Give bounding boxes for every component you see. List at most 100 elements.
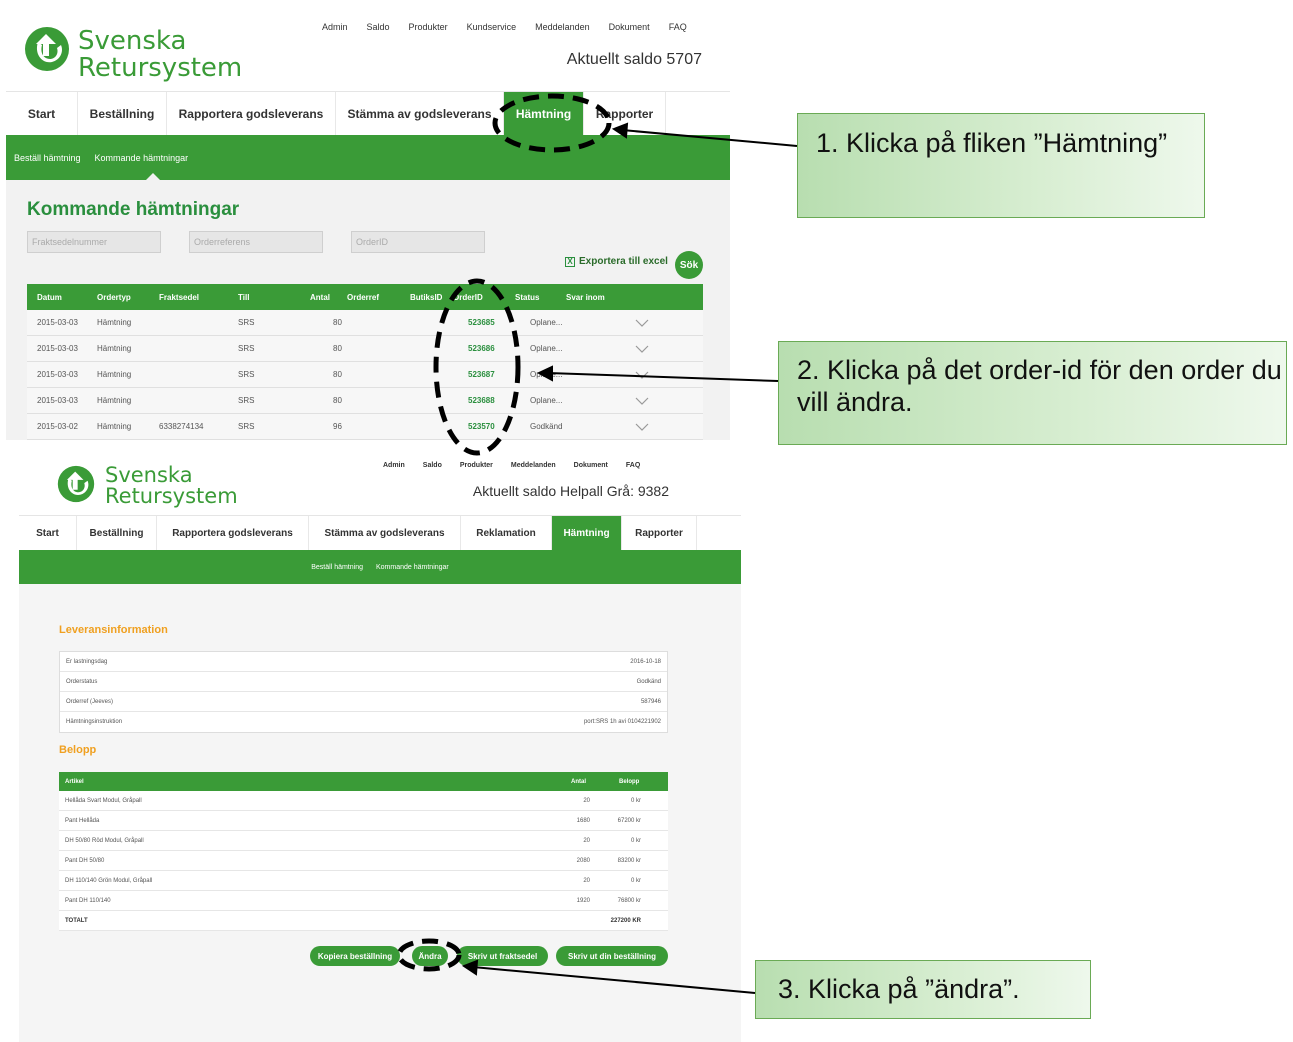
cell-antal: 80 — [333, 396, 342, 405]
export-excel-checkbox[interactable]: X Exportera till excel — [565, 256, 668, 267]
table-row[interactable]: 2015-03-02 Hämtning 6338274134 SRS 96 52… — [27, 414, 703, 440]
tab-bestallning[interactable]: Beställning — [78, 92, 167, 135]
info-value: port:SRS 1h avi 0104221902 — [583, 719, 661, 725]
callout-step1: 1. Klicka på fliken ”Hämtning” — [797, 113, 1205, 218]
topnav-kundservice[interactable]: Kundservice — [467, 22, 517, 32]
tab-bestallning[interactable]: Beställning — [77, 516, 157, 550]
andra-button[interactable]: Ändra — [412, 946, 448, 966]
tab-rapportera-godsleverans[interactable]: Rapportera godsleverans — [157, 516, 309, 550]
fraktsedel-input[interactable]: Fraktsedelnummer — [27, 231, 161, 253]
subnav-bestall-hamtning[interactable]: Beställ hämtning — [311, 564, 363, 571]
topnav-admin[interactable]: Admin — [322, 22, 348, 32]
topnav-dokument[interactable]: Dokument — [574, 462, 608, 469]
sub-nav: Beställ hämtning Kommande hämtningar — [19, 550, 741, 584]
orderid-input[interactable]: OrderID — [351, 231, 485, 253]
col-svar-inom[interactable]: Svar inom — [566, 284, 605, 310]
cell-artikel: DH 110/140 Grön Modul, Gråpall — [65, 877, 153, 884]
topnav-meddelanden[interactable]: Meddelanden — [535, 22, 590, 32]
col-datum[interactable]: Datum — [37, 284, 62, 310]
info-row: Hämtningsinstruktion port:SRS 1h avi 0104… — [60, 712, 667, 732]
sub-nav: Beställ hämtning Kommande hämtningar — [6, 135, 730, 180]
orderref-input[interactable]: Orderreferens — [189, 231, 323, 253]
orderid-link[interactable]: 523685 — [468, 310, 495, 335]
subnav-active-pointer — [146, 173, 160, 180]
cell-belopp: 67200 kr — [617, 817, 641, 824]
topnav-saldo[interactable]: Saldo — [423, 462, 442, 469]
table-row[interactable]: 2015-03-03 Hämtning SRS 80 523686 Oplane… — [27, 336, 703, 362]
chevron-down-icon[interactable] — [635, 388, 649, 413]
chevron-down-icon[interactable] — [635, 414, 649, 439]
svenska-retursystem-logo[interactable]: Svenska Retursystem — [57, 463, 238, 508]
info-label: Orderstatus — [66, 678, 98, 685]
chevron-down-icon[interactable] — [635, 362, 649, 387]
table-row[interactable]: 2015-03-03 Hämtning SRS 80 523688 Oplane… — [27, 388, 703, 414]
col-till[interactable]: Till — [238, 284, 249, 310]
topnav-faq[interactable]: FAQ — [626, 462, 640, 469]
total-label: TOTALT — [65, 917, 88, 924]
cell-datum: 2015-03-03 — [37, 396, 78, 405]
col-butiksid[interactable]: ButiksID — [410, 284, 442, 310]
tab-stamma-av-godsleverans[interactable]: Stämma av godsleverans — [336, 92, 504, 135]
info-row: Er lastningsdag 2016-10-18 — [60, 652, 667, 672]
chevron-down-icon[interactable] — [635, 310, 649, 335]
info-value: Godkänd — [636, 678, 661, 685]
skriv-ut-bestallning-button[interactable]: Skriv ut din beställning — [556, 946, 668, 966]
cell-ordertyp: Hämtning — [97, 344, 132, 353]
tab-rapportera-godsleverans[interactable]: Rapportera godsleverans — [167, 92, 336, 135]
section-title-belopp: Belopp — [59, 744, 97, 756]
top-nav: Admin Saldo Produkter Kundservice Meddel… — [322, 22, 687, 32]
tab-start[interactable]: Start — [19, 516, 77, 550]
saldo-display: Aktuellt saldo Helpall Grå: 9382 — [472, 483, 669, 499]
orderid-link[interactable]: 523570 — [468, 414, 495, 439]
topnav-produkter[interactable]: Produkter — [409, 22, 448, 32]
orderid-link[interactable]: 523688 — [468, 388, 495, 413]
info-row: Orderstatus Godkänd — [60, 672, 667, 692]
topnav-meddelanden[interactable]: Meddelanden — [511, 462, 556, 469]
subnav-kommande-hamtningar[interactable]: Kommande hämtningar — [95, 153, 189, 163]
orders-table: Datum Ordertyp Fraktsedel Till Antal Ord… — [27, 284, 703, 440]
topnav-admin[interactable]: Admin — [383, 462, 405, 469]
tab-rapporter[interactable]: Rapporter — [622, 516, 697, 550]
table-row: DH 110/140 Grön Modul, Gråpall 20 0 kr — [59, 871, 668, 891]
table-header: Artikel Antal Belopp — [59, 772, 668, 791]
cell-till: SRS — [238, 422, 255, 431]
subnav-kommande-hamtningar[interactable]: Kommande hämtningar — [376, 564, 449, 571]
tab-rapporter[interactable]: Rapporter — [584, 92, 666, 135]
chevron-down-icon[interactable] — [635, 336, 649, 361]
table-row[interactable]: 2015-03-03 Hämtning SRS 80 523685 Oplane… — [27, 310, 703, 336]
subnav-bestall-hamtning[interactable]: Beställ hämtning — [14, 153, 81, 163]
svenska-retursystem-logo[interactable]: Svenska Retursystem — [24, 26, 242, 81]
tab-reklamation[interactable]: Reklamation — [461, 516, 552, 550]
col-artikel: Artikel — [65, 778, 84, 785]
logo-line1: Svenska — [105, 463, 193, 487]
orderid-link[interactable]: 523687 — [468, 362, 495, 387]
orderid-link[interactable]: 523686 — [468, 336, 495, 361]
kopiera-bestallning-button[interactable]: Kopiera beställning — [310, 946, 400, 966]
cell-till: SRS — [238, 318, 255, 327]
col-ordertyp[interactable]: Ordertyp — [97, 284, 131, 310]
col-antal: Antal — [571, 778, 586, 785]
search-button[interactable]: Sök — [675, 251, 703, 279]
col-fraktsedel[interactable]: Fraktsedel — [159, 284, 199, 310]
table-row[interactable]: 2015-03-03 Hämtning SRS 80 523687 Oplane… — [27, 362, 703, 388]
topnav-saldo[interactable]: Saldo — [367, 22, 390, 32]
skriv-ut-fraktsedel-button[interactable]: Skriv ut fraktsedel — [457, 946, 548, 966]
col-orderref[interactable]: Orderref — [347, 284, 379, 310]
topnav-dokument[interactable]: Dokument — [609, 22, 650, 32]
topnav-produkter[interactable]: Produkter — [460, 462, 493, 469]
col-status[interactable]: Status — [515, 284, 539, 310]
belopp-table: Artikel Antal Belopp Hellåda Svart Modul… — [59, 772, 668, 931]
cell-status: Oplane... — [530, 370, 563, 379]
topnav-faq[interactable]: FAQ — [669, 22, 687, 32]
saldo-display: Aktuellt saldo 5707 — [566, 51, 702, 68]
cell-antal: 80 — [333, 318, 342, 327]
content-area: Leveransinformation Er lastningsdag 2016-… — [19, 584, 741, 1042]
tab-hamtning[interactable]: Hämtning — [552, 516, 622, 550]
col-orderid[interactable]: OrderID — [453, 284, 483, 310]
tab-start[interactable]: Start — [6, 92, 78, 135]
logo-line2: Retursystem — [78, 52, 243, 83]
tab-hamtning[interactable]: Hämtning — [504, 92, 584, 135]
tab-stamma-av-godsleverans[interactable]: Stämma av godsleverans — [309, 516, 461, 550]
col-antal[interactable]: Antal — [310, 284, 330, 310]
table-row: Pant DH 50/80 2080 83200 kr — [59, 851, 668, 871]
